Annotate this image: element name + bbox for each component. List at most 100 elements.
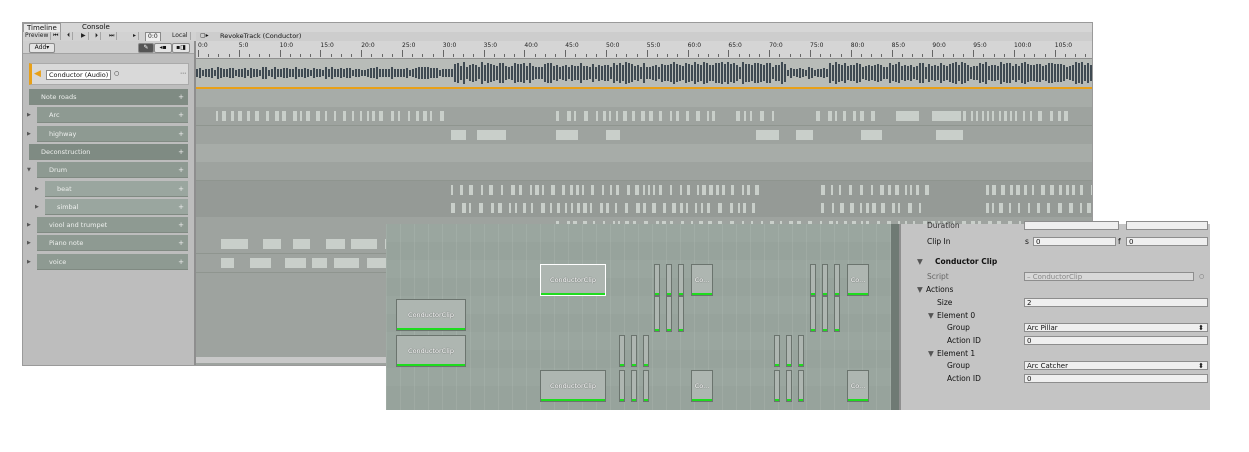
timeline-clip[interactable] bbox=[743, 202, 746, 213]
timeline-clip[interactable] bbox=[491, 202, 494, 213]
timeline-clip[interactable] bbox=[460, 184, 463, 195]
timeline-clip[interactable] bbox=[351, 239, 377, 250]
thin-clip[interactable] bbox=[643, 370, 649, 402]
element0-action-id-field[interactable]: 0 bbox=[1024, 336, 1208, 345]
timeline-clip[interactable] bbox=[300, 111, 302, 122]
timeline-clip[interactable] bbox=[756, 129, 779, 140]
add-clip-icon[interactable]: + bbox=[178, 235, 184, 251]
timeline-clip[interactable] bbox=[860, 184, 863, 195]
thin-clip[interactable] bbox=[654, 264, 660, 296]
thin-clip[interactable] bbox=[810, 264, 816, 296]
timeline-clip[interactable] bbox=[872, 202, 876, 213]
thin-clip[interactable] bbox=[786, 335, 792, 367]
timeline-clip[interactable] bbox=[676, 111, 679, 122]
track-row[interactable]: ▶ highway + bbox=[27, 125, 188, 142]
conductor-audio-track[interactable]: ◀ Conductor (Audio) ○ ⋯ bbox=[29, 63, 189, 85]
breadcrumb-toggle-icon[interactable]: ▢▸ bbox=[200, 32, 209, 39]
track-lane[interactable] bbox=[196, 198, 1092, 218]
timeline-clip[interactable] bbox=[481, 184, 483, 195]
element0-group-dropdown[interactable]: Arc Pillar ⬍ bbox=[1024, 323, 1208, 332]
timeline-clip[interactable] bbox=[744, 111, 746, 122]
conductor-clip-short[interactable]: Co... bbox=[847, 264, 869, 296]
element1-action-id-field[interactable]: 0 bbox=[1024, 374, 1208, 383]
timeline-clip[interactable] bbox=[697, 184, 699, 195]
timeline-clip[interactable] bbox=[1041, 184, 1045, 195]
timeline-clip[interactable] bbox=[535, 184, 539, 195]
timeline-clip[interactable] bbox=[919, 202, 921, 213]
timeline-clip[interactable] bbox=[687, 184, 690, 195]
add-clip-icon[interactable]: + bbox=[178, 126, 184, 142]
timeline-clip[interactable] bbox=[707, 202, 710, 213]
timeline-clip[interactable] bbox=[334, 111, 336, 122]
timeline-clip[interactable] bbox=[282, 111, 286, 122]
timeline-clip[interactable] bbox=[1018, 202, 1020, 213]
timeline-clip[interactable] bbox=[892, 202, 895, 213]
timeline-clip[interactable] bbox=[722, 184, 725, 195]
thin-clip[interactable] bbox=[774, 370, 780, 402]
timeline-clip[interactable] bbox=[707, 111, 709, 122]
timeline-clip[interactable] bbox=[1050, 184, 1054, 195]
timeline-clip[interactable] bbox=[582, 184, 584, 195]
timeline-clip[interactable] bbox=[596, 111, 598, 122]
foldout-arrow-icon[interactable]: ▶ bbox=[27, 126, 31, 142]
timeline-clip[interactable] bbox=[1004, 111, 1007, 122]
timeline-clip[interactable] bbox=[571, 202, 573, 213]
timeline-clip[interactable] bbox=[1080, 184, 1083, 195]
timeline-clip[interactable] bbox=[747, 184, 750, 195]
timeline-clip[interactable] bbox=[591, 184, 594, 195]
track-row[interactable]: ▼ Drum + bbox=[27, 162, 188, 179]
preview-button[interactable]: Preview bbox=[23, 32, 52, 40]
timeline-clip[interactable] bbox=[871, 111, 875, 122]
timeline-clip[interactable] bbox=[531, 202, 533, 213]
timeline-clip[interactable] bbox=[360, 111, 362, 122]
timeline-clip[interactable] bbox=[895, 184, 899, 195]
timeline-clip[interactable] bbox=[648, 184, 650, 195]
foldout-arrow-icon[interactable]: ▶ bbox=[27, 107, 31, 123]
track-lane[interactable] bbox=[196, 89, 1092, 108]
timeline-clip[interactable] bbox=[686, 111, 689, 122]
timeline-clip[interactable] bbox=[1087, 202, 1091, 213]
timeline-clip[interactable] bbox=[231, 111, 234, 122]
timeline-clip[interactable] bbox=[603, 111, 606, 122]
lock-circle-icon[interactable]: ○ bbox=[114, 70, 119, 77]
thin-clip[interactable] bbox=[798, 335, 804, 367]
add-button[interactable]: Add▾ bbox=[29, 43, 55, 53]
timeline-clip[interactable] bbox=[986, 184, 989, 195]
timeline-clip[interactable] bbox=[752, 202, 755, 213]
thin-clip[interactable] bbox=[834, 296, 840, 332]
timeline-clip[interactable] bbox=[1024, 184, 1027, 195]
conductor-clip[interactable]: ConductorClip bbox=[396, 335, 466, 367]
timeline-clip[interactable] bbox=[755, 184, 759, 195]
timeline-clip[interactable] bbox=[992, 184, 996, 195]
foldout-arrow-icon[interactable]: ▶ bbox=[35, 181, 39, 197]
first-frame-icon[interactable]: ⏮ bbox=[51, 32, 62, 40]
timeline-clip[interactable] bbox=[462, 202, 466, 213]
timeline-clip[interactable] bbox=[750, 111, 752, 122]
timeline-clip[interactable] bbox=[1072, 184, 1075, 195]
play-icon[interactable]: ▶ bbox=[79, 32, 89, 40]
track-row[interactable]: ▶ Arc + bbox=[27, 107, 188, 124]
track-row[interactable]: ▼Note roads+ bbox=[29, 89, 188, 105]
timeline-clip[interactable] bbox=[731, 184, 734, 195]
timeline-clip[interactable] bbox=[550, 202, 552, 213]
timeline-clip[interactable] bbox=[659, 184, 662, 195]
thin-clip[interactable] bbox=[810, 296, 816, 332]
timeline-clip[interactable] bbox=[1010, 111, 1012, 122]
clip-in-seconds-field[interactable]: 0 bbox=[1033, 237, 1116, 246]
timeline-clip[interactable] bbox=[635, 184, 639, 195]
timeline-clip[interactable] bbox=[285, 257, 306, 268]
thin-clip[interactable] bbox=[643, 335, 649, 367]
timeline-clip[interactable] bbox=[832, 202, 834, 213]
thin-clip[interactable] bbox=[619, 370, 625, 402]
edit-mode-icon[interactable]: ✎ bbox=[138, 43, 154, 53]
timeline-clip[interactable] bbox=[1058, 111, 1061, 122]
timeline-clip[interactable] bbox=[730, 202, 733, 213]
timeline-clip[interactable] bbox=[1080, 202, 1082, 213]
timeline-clip[interactable] bbox=[636, 202, 640, 213]
timeline-clip[interactable] bbox=[1058, 202, 1062, 213]
timeline-clip[interactable] bbox=[610, 184, 612, 195]
timeline-clip[interactable] bbox=[936, 129, 963, 140]
track-row[interactable]: ▶ simbal + bbox=[35, 198, 188, 215]
size-field[interactable]: 2 bbox=[1024, 298, 1208, 307]
timeline-clip[interactable] bbox=[556, 129, 578, 140]
